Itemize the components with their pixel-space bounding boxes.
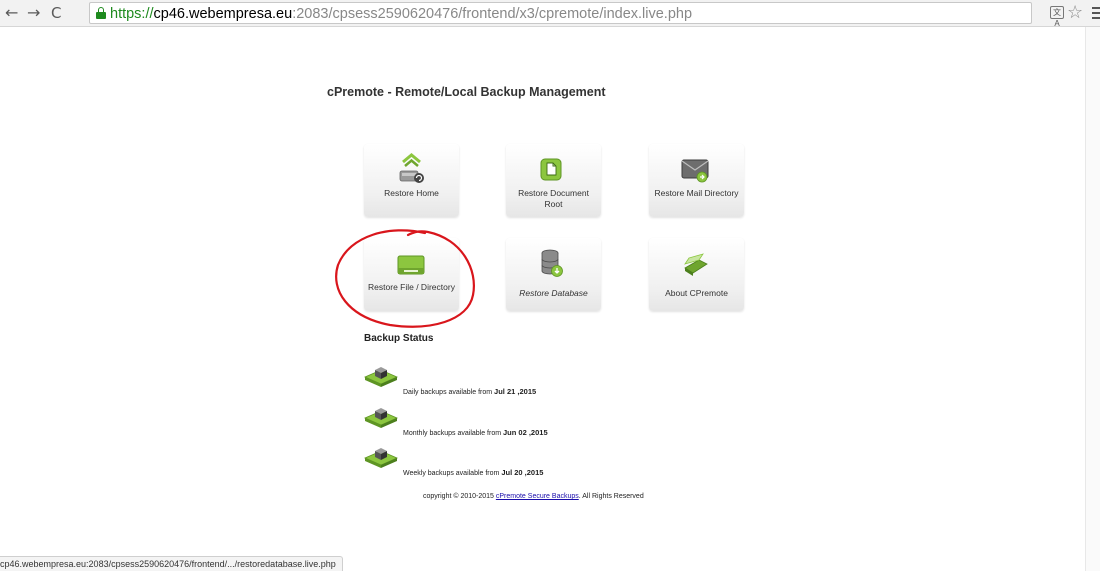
backup-cube-icon [364, 367, 398, 387]
about-icon [649, 246, 744, 276]
footer-copyright: copyright © 2010-2015 cPremote Secure Ba… [423, 493, 644, 500]
browser-menu-icon[interactable] [1092, 7, 1100, 22]
backup-row-weekly: Weekly backups available from Jul 20 ,20… [363, 443, 683, 479]
translate-icon[interactable]: 文A [1050, 6, 1064, 28]
backup-row-monthly: Monthly backups available from Jun 02 ,2… [363, 403, 683, 439]
backup-row-text: Monthly backups available from Jun 02 ,2… [403, 428, 548, 437]
restore-document-root-button[interactable]: Restore Document Root [506, 144, 601, 217]
address-bar-url: https://cp46.webempresa.eu:2083/cpsess25… [110, 6, 693, 22]
tile-label: Restore Mail Directory [654, 188, 739, 198]
lock-icon [96, 7, 106, 19]
backup-cube-icon [364, 408, 398, 428]
backup-row-text: Weekly backups available from Jul 20 ,20… [403, 468, 544, 477]
reload-icon[interactable]: C [51, 4, 61, 22]
scrollbar-track[interactable] [1085, 27, 1100, 571]
mail-directory-icon [649, 152, 744, 183]
browser-toolbar: ← → C https://cp46.webempresa.eu:2083/cp… [0, 0, 1100, 28]
page-title: cPremote - Remote/Local Backup Managemen… [327, 85, 606, 99]
backup-row-daily: Daily backups available from Jul 21 ,201… [363, 362, 683, 398]
database-icon [506, 246, 601, 277]
backup-row-text: Daily backups available from Jul 21 ,201… [403, 387, 537, 396]
restore-home-button[interactable]: Restore Home [364, 144, 459, 217]
forward-arrow-icon[interactable]: → [27, 4, 40, 22]
document-root-icon [506, 152, 601, 182]
tile-label: About CPremote [665, 288, 728, 298]
backup-status-heading: Backup Status [364, 333, 434, 344]
restore-database-button[interactable]: Restore Database [506, 238, 601, 311]
backup-cube-icon [364, 448, 398, 468]
cpremote-secure-backups-link[interactable]: cPremote Secure Backups [496, 493, 579, 500]
about-cpremote-button[interactable]: About CPremote [649, 238, 744, 311]
bookmark-star-icon[interactable]: ☆ [1067, 2, 1083, 23]
browser-status-bar: cp46.webempresa.eu:2083/cpsess2590620476… [0, 556, 343, 571]
home-restore-icon [364, 152, 459, 183]
tile-label: Restore Document Root [518, 188, 589, 209]
tile-label: Restore Database [519, 288, 588, 298]
address-bar[interactable]: https://cp46.webempresa.eu:2083/cpsess25… [89, 2, 1032, 24]
tile-label: Restore Home [384, 188, 439, 198]
back-arrow-icon[interactable]: ← [5, 4, 18, 22]
annotation-circle [335, 229, 475, 328]
restore-mail-directory-button[interactable]: Restore Mail Directory [649, 144, 744, 217]
